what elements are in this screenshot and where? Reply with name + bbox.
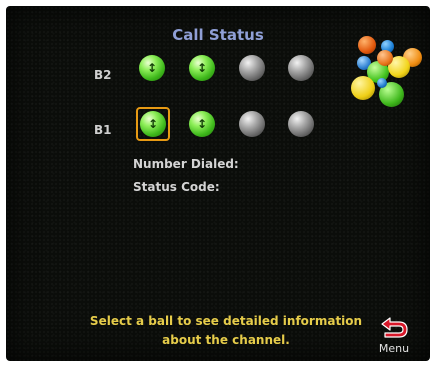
row-label-b1: B1 <box>94 123 112 137</box>
instruction-line-1: Select a ball to see detailed informatio… <box>89 314 363 328</box>
up-down-arrow-icon: ↕ <box>196 61 208 75</box>
instruction-line-2: about the channel. <box>162 333 290 347</box>
back-arrow-icon <box>381 317 408 338</box>
ball-cluster-logo <box>351 34 430 116</box>
call-status-screen: Call Status B2 ↕ ↕ B1 ↕ ↕ Number Dialed:… <box>6 6 430 361</box>
up-down-arrow-icon: ↕ <box>147 117 159 131</box>
channel-ball-b2-3[interactable] <box>239 55 265 81</box>
up-down-arrow-icon: ↕ <box>146 61 158 75</box>
menu-label: Menu <box>378 342 410 355</box>
channel-ball-b1-3[interactable] <box>239 111 265 137</box>
number-dialed-label: Number Dialed: <box>133 157 239 171</box>
channel-ball-b1-2[interactable]: ↕ <box>189 111 215 137</box>
channel-ball-b1-1[interactable]: ↕ <box>140 111 166 137</box>
menu-button[interactable]: Menu <box>372 314 416 360</box>
channel-ball-b2-4[interactable] <box>288 55 314 81</box>
channel-ball-b1-4[interactable] <box>288 111 314 137</box>
status-code-label: Status Code: <box>133 180 220 194</box>
row-label-b2: B2 <box>94 68 112 82</box>
channel-ball-b2-2[interactable]: ↕ <box>189 55 215 81</box>
up-down-arrow-icon: ↕ <box>196 117 208 131</box>
instruction-text: Select a ball to see detailed informatio… <box>76 312 376 350</box>
channel-ball-b2-1[interactable]: ↕ <box>139 55 165 81</box>
